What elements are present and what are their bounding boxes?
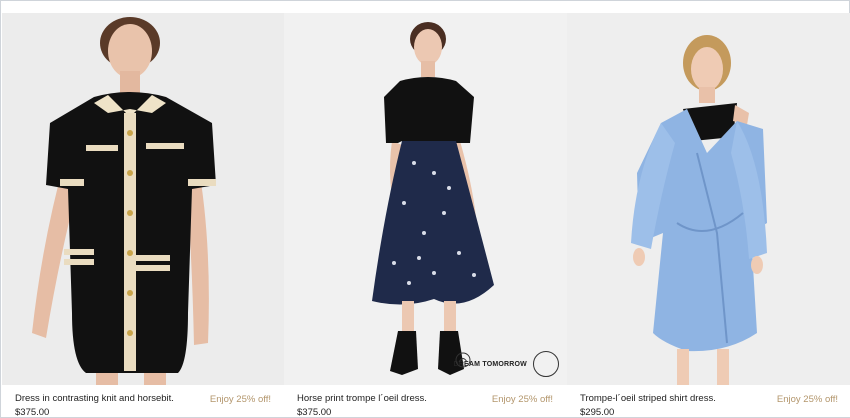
product-card[interactable]: Dress in contrasting knit and horsebit. … <box>2 13 285 418</box>
product-info: Horse print trompe l´oeil dress. $375.00… <box>284 385 567 418</box>
brand-logo-icon <box>455 351 559 377</box>
promo-label: Enjoy 25% off! <box>491 394 553 405</box>
black-knit-dress-photo <box>32 17 216 385</box>
promo-label: Enjoy 25% off! <box>209 394 271 405</box>
product-image[interactable] <box>2 13 285 385</box>
brand-stamp: DREAM TOMORROW <box>454 351 559 377</box>
product-card[interactable]: DREAM TOMORROW Horse print trompe l´oeil… <box>284 13 567 418</box>
promo-label: Enjoy 25% off! <box>776 394 838 405</box>
horse-print-dress-photo <box>372 22 494 375</box>
product-image[interactable] <box>567 13 850 385</box>
product-info: Trompe-l´oeil striped shirt dress. $295.… <box>567 385 850 418</box>
product-card[interactable]: Trompe-l´oeil striped shirt dress. $295.… <box>567 13 850 418</box>
product-grid: Dress in contrasting knit and horsebit. … <box>2 13 850 418</box>
product-grid-frame: Dress in contrasting knit and horsebit. … <box>0 0 850 418</box>
striped-shirt-dress-photo <box>631 35 767 385</box>
product-price: $375.00 <box>15 407 50 418</box>
product-price: $295.00 <box>580 407 615 418</box>
product-image[interactable]: DREAM TOMORROW <box>284 13 567 385</box>
product-name[interactable]: Trompe-l´oeil striped shirt dress. <box>580 393 716 404</box>
product-price: $375.00 <box>297 407 332 418</box>
product-name[interactable]: Horse print trompe l´oeil dress. <box>297 393 427 404</box>
product-name[interactable]: Dress in contrasting knit and horsebit. <box>15 393 174 404</box>
product-info: Dress in contrasting knit and horsebit. … <box>2 385 285 418</box>
